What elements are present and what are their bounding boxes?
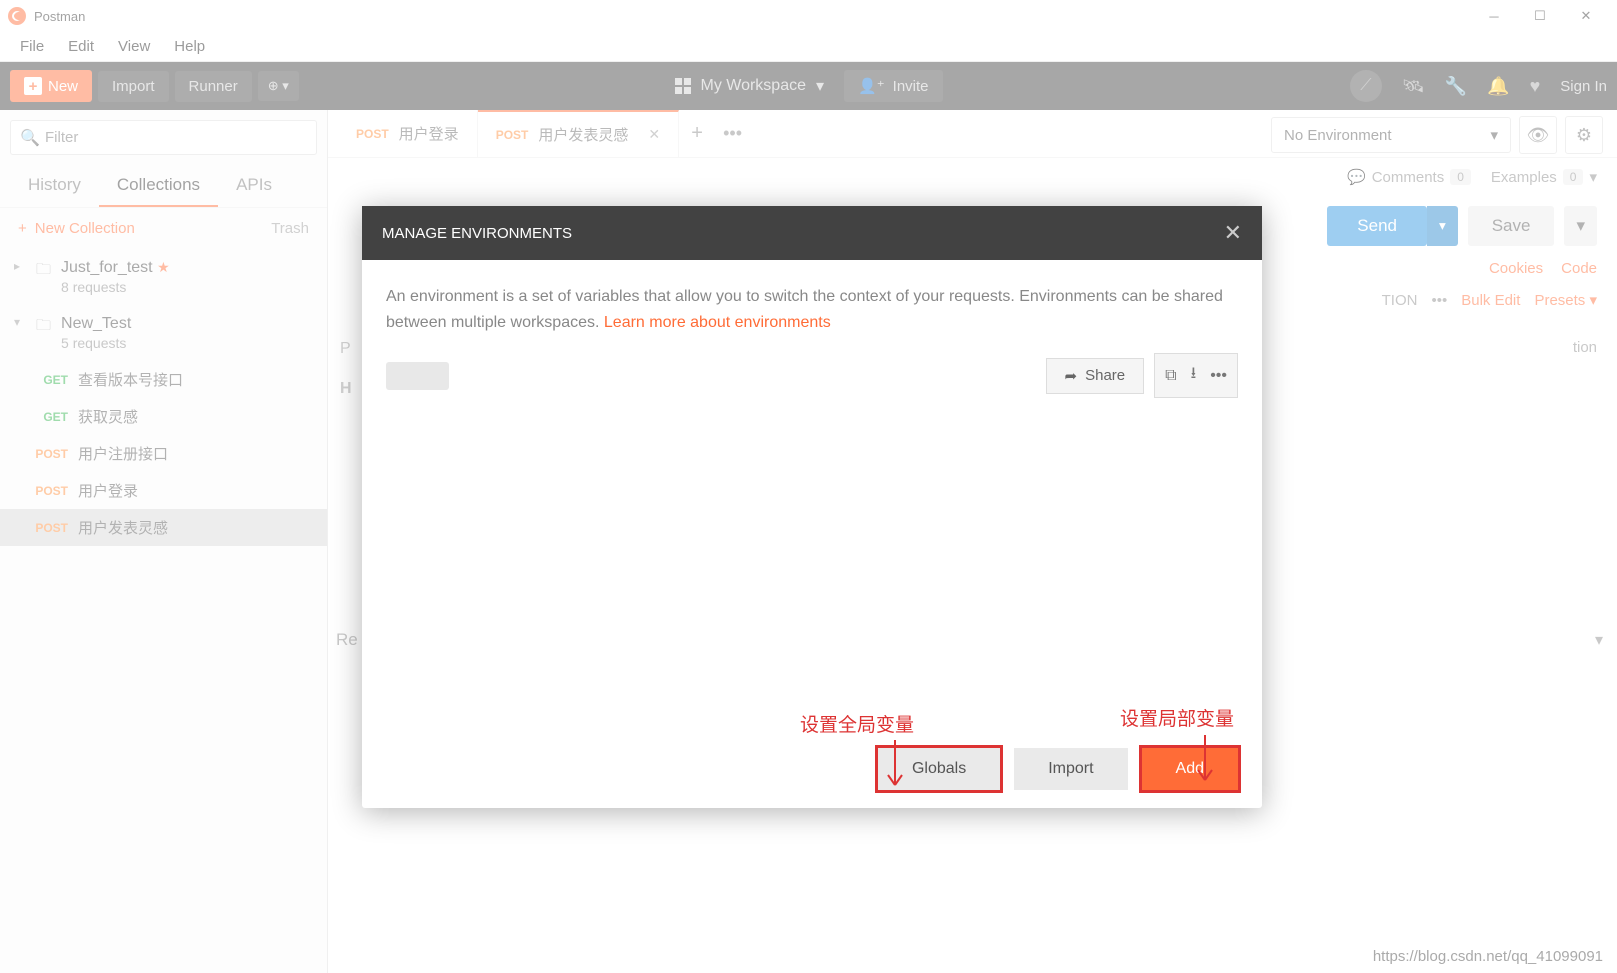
duplicate-icon[interactable]: ⧉ xyxy=(1165,367,1176,385)
share-env-button[interactable]: ➦ Share xyxy=(1046,358,1145,394)
modal-title: MANAGE ENVIRONMENTS xyxy=(382,225,572,242)
manage-environments-modal: MANAGE ENVIRONMENTS ✕ An environment is … xyxy=(362,206,1262,808)
modal-close-button[interactable]: ✕ xyxy=(1224,220,1242,246)
watermark: https://blog.csdn.net/qq_41099091 xyxy=(1373,948,1603,965)
learn-more-link[interactable]: Learn more about environments xyxy=(604,314,831,331)
more-icon[interactable]: ••• xyxy=(1210,367,1227,385)
env-actions: ⧉ ⭳ ••• xyxy=(1154,353,1238,398)
env-placeholder-chip xyxy=(386,362,449,390)
add-env-button[interactable]: Add xyxy=(1142,748,1238,790)
globals-button[interactable]: Globals xyxy=(878,748,1000,790)
modal-description: An environment is a set of variables tha… xyxy=(386,284,1238,335)
share-label: Share xyxy=(1085,367,1125,384)
modal-header: MANAGE ENVIRONMENTS ✕ xyxy=(362,206,1262,260)
import-env-button[interactable]: Import xyxy=(1014,748,1127,790)
share-icon: ➦ xyxy=(1065,367,1078,385)
download-icon[interactable]: ⭳ xyxy=(1191,362,1197,389)
